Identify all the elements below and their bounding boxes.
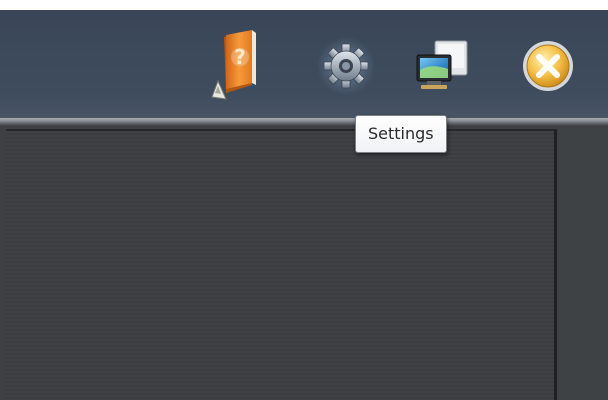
svg-text:?: ? xyxy=(234,45,246,69)
settings-button[interactable] xyxy=(312,32,380,100)
app-window: ? Settings xyxy=(0,10,608,400)
top-toolbar: ? xyxy=(0,10,608,120)
main-content-panel xyxy=(6,129,557,400)
settings-tooltip: Settings xyxy=(355,115,447,153)
help-book-icon: ? xyxy=(211,30,256,100)
close-button[interactable] xyxy=(514,32,582,100)
toolbar-divider xyxy=(0,118,608,126)
display-button[interactable] xyxy=(408,32,476,100)
monitor-icon xyxy=(416,40,468,89)
help-button[interactable]: ? xyxy=(204,30,272,100)
right-side-area xyxy=(557,129,608,400)
gear-icon xyxy=(317,37,375,95)
close-circle-icon xyxy=(523,41,573,91)
